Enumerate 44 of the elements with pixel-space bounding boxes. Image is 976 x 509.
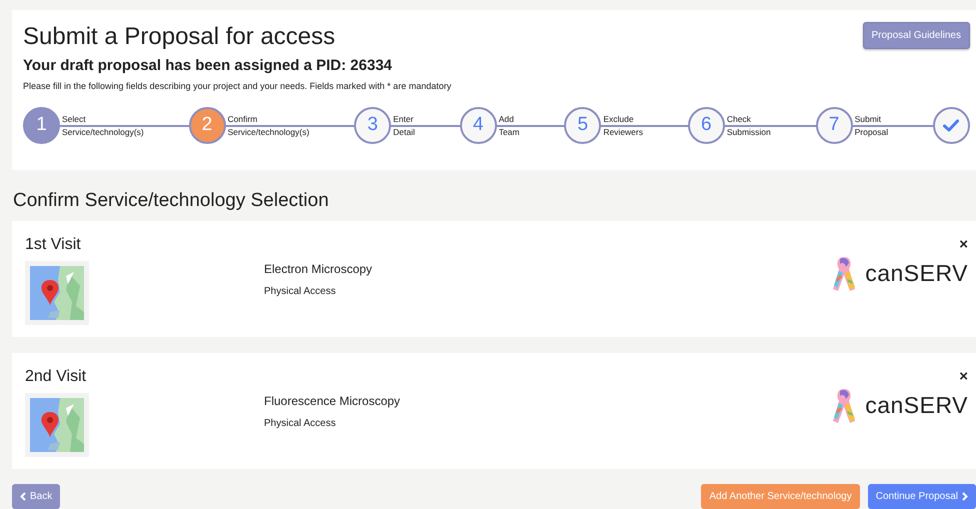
page-title: Submit a Proposal for access	[23, 22, 336, 52]
step-label: Team	[498, 126, 520, 138]
step-label: Exclude	[603, 112, 635, 126]
step-number: 1	[23, 107, 60, 144]
step-label: Submit	[854, 112, 882, 126]
step-label: Select	[62, 112, 87, 126]
close-button[interactable]: ×	[959, 236, 968, 252]
add-service-button[interactable]: Add Another Service/technology	[701, 484, 860, 508]
continue-proposal-button[interactable]: Continue Proposal	[868, 484, 976, 508]
logo-text: canSERV	[865, 391, 968, 420]
ribbon-logo-icon	[831, 386, 858, 424]
step-label: Enter	[393, 112, 414, 126]
step-label: Confirm	[228, 112, 258, 126]
step-number: 5	[564, 107, 602, 144]
step-label: Service/technology(s)	[228, 126, 310, 138]
check-step-icon	[932, 107, 970, 144]
step-number: 2	[188, 107, 226, 144]
step-number: 4	[460, 107, 497, 144]
back-button[interactable]: Back	[12, 484, 60, 508]
step-label: Service/technology(s)	[62, 126, 144, 138]
instructions-text: Please fill in the following fields describing your project and your needs. Fields marked with * are mandatory	[23, 80, 452, 93]
access-type: Physical Access	[264, 416, 337, 430]
step-label: Proposal	[854, 126, 888, 138]
proposal-guidelines-button[interactable]: Proposal Guidelines	[862, 22, 970, 49]
visit-title: 1st Visit	[25, 234, 81, 254]
section-heading: Confirm Service/technology Selection	[13, 189, 330, 213]
pid-message: Your draft proposal has been assigned a PID: 26334	[23, 56, 394, 76]
step-label: Add	[498, 112, 515, 126]
chevron-right-icon	[962, 492, 968, 500]
access-type: Physical Access	[264, 284, 337, 298]
visit-title: 2nd Visit	[25, 366, 86, 386]
step-label: Detail	[393, 126, 415, 138]
step-label: Reviewers	[603, 126, 643, 138]
close-button[interactable]: ×	[959, 368, 968, 384]
service-name: Electron Microscopy	[264, 260, 372, 278]
logo-text: canSERV	[865, 259, 968, 288]
step-number: 7	[816, 107, 853, 144]
step-number: 3	[354, 107, 392, 144]
step-number: 6	[688, 107, 725, 144]
step-label: Check	[726, 112, 752, 126]
ribbon-logo-icon	[831, 254, 858, 292]
step-label: Submission	[726, 126, 771, 138]
service-name: Fluorescence Microscopy	[264, 392, 400, 410]
chevron-left-icon	[20, 492, 26, 500]
